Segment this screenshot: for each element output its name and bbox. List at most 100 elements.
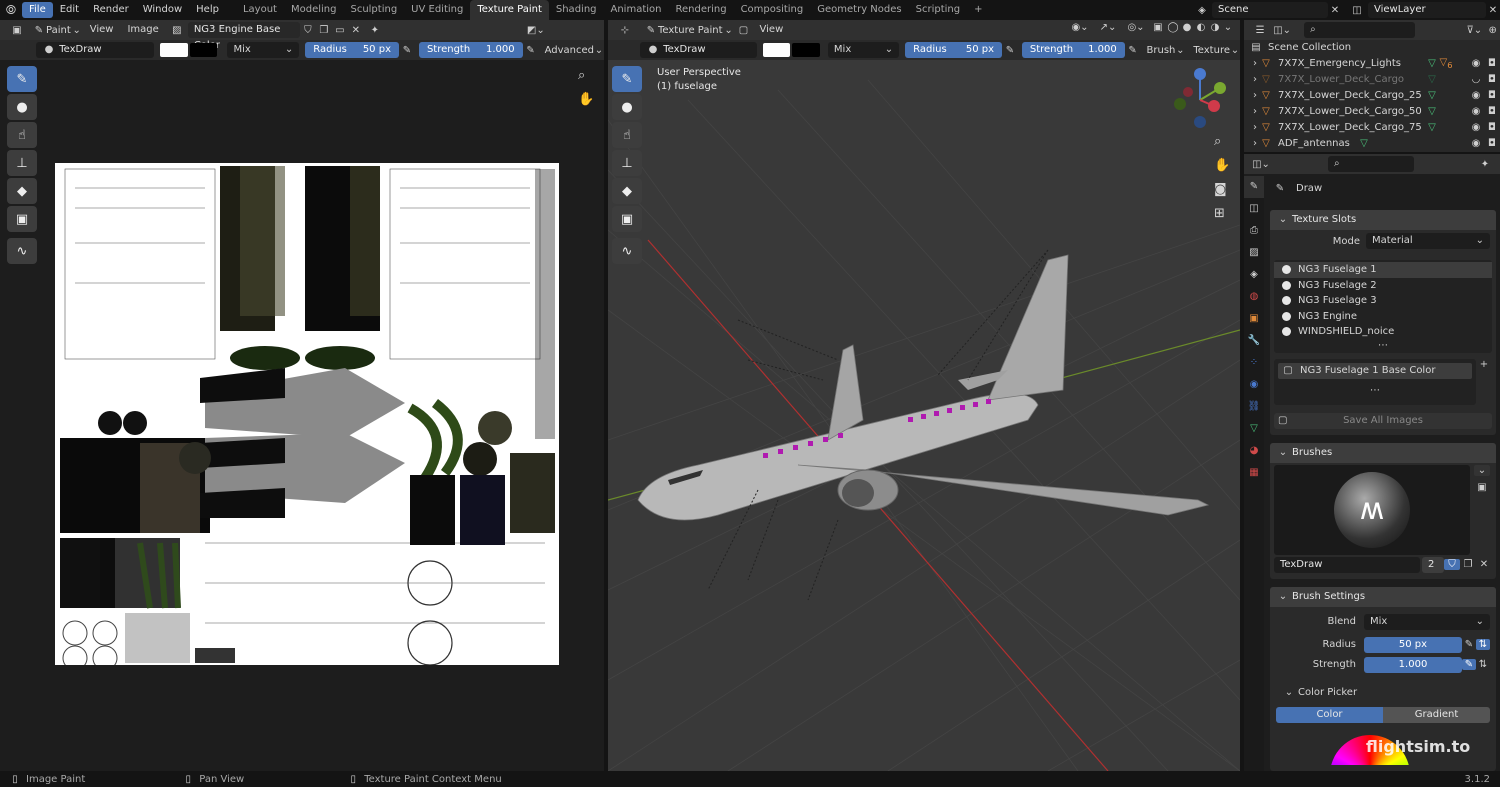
zoom-icon[interactable]: ⌕ [578, 68, 585, 83]
tab-rendering[interactable]: Rendering [668, 0, 733, 20]
menu-file[interactable]: File [22, 2, 53, 18]
chevron-down-icon[interactable]: ⌄ [1474, 464, 1490, 476]
clone-tool-icon[interactable]: ⊥ [7, 150, 37, 176]
outliner-item[interactable]: › ▽ 7X7X_Lower_Deck_Cargo ▽ ◡ ◘ [1244, 72, 1500, 88]
solid-shading-icon[interactable]: ● [1180, 22, 1194, 33]
chevron-down-icon[interactable]: ⌄ [1222, 22, 1234, 33]
list-resize-handle-icon[interactable]: ⋯ [1274, 340, 1492, 351]
pan-hand-icon[interactable]: ✋ [578, 92, 594, 107]
brushes-header[interactable]: ⌄ Brushes [1270, 442, 1496, 463]
pin-icon[interactable]: ✦ [1478, 159, 1492, 170]
pressure-icon[interactable]: ✎ [399, 45, 415, 56]
pressure-icon[interactable]: ✎ [523, 45, 539, 56]
tab-animation[interactable]: Animation [604, 0, 669, 20]
physics-tab-icon[interactable]: ◉ [1244, 374, 1264, 396]
smear-tool-icon[interactable]: ☝ [7, 122, 37, 148]
tab-uv-editing[interactable]: UV Editing [404, 0, 470, 20]
editor-type-icon[interactable]: ⊹ [614, 25, 636, 36]
mode-dropdown[interactable]: Material ⌄ [1366, 233, 1490, 249]
color-swatch[interactable] [762, 43, 791, 57]
draw-tool-icon[interactable]: ✎ [7, 66, 37, 92]
brush-field[interactable]: ● TexDraw [36, 42, 154, 58]
unified-size-icon[interactable]: ⇅ [1476, 639, 1490, 650]
outliner-item[interactable]: › ▽ ADF_antennas ▽ ◉ ◘ [1244, 136, 1500, 152]
tab-modeling[interactable]: Modeling [284, 0, 344, 20]
radius-slider[interactable]: 50 px [1364, 636, 1462, 653]
slot-item[interactable]: NG3 Engine [1274, 309, 1492, 325]
outliner-search-input[interactable]: ⌕ [1304, 22, 1416, 38]
material-shading-icon[interactable]: ◐ [1194, 22, 1208, 33]
tab-geometry-nodes[interactable]: Geometry Nodes [810, 0, 908, 20]
object-tab-icon[interactable]: ▣ [1244, 308, 1264, 330]
fill-tool-icon[interactable]: ◆ [7, 178, 37, 204]
tab-shading[interactable]: Shading [549, 0, 604, 20]
data-tab-icon[interactable]: ▽ [1244, 418, 1264, 440]
brush-users-count[interactable]: 2 [1422, 556, 1444, 573]
menu-edit[interactable]: Edit [53, 0, 86, 20]
display-mode-icon[interactable]: ◫⌄ [1270, 25, 1294, 36]
close-icon[interactable]: ✕ [1486, 5, 1500, 16]
expand-arrow-icon[interactable]: › [1250, 104, 1260, 120]
scene-tab-icon[interactable]: ◈ [1244, 264, 1264, 286]
expand-arrow-icon[interactable]: › [1250, 72, 1260, 88]
filter-icon[interactable]: ⊽⌄ [1463, 25, 1485, 36]
fake-user-icon[interactable]: ⛉ [300, 25, 316, 36]
expand-arrow-icon[interactable]: › [1250, 56, 1260, 72]
menu-image[interactable]: Image [120, 20, 165, 40]
tab-sculpting[interactable]: Sculpting [343, 0, 404, 20]
scene-icon[interactable]: ◈ [1192, 5, 1212, 16]
brush-preview[interactable]: ʍ [1274, 464, 1470, 555]
eye-icon[interactable]: ◉ [1468, 56, 1484, 72]
pan-hand-icon[interactable]: ✋ [1214, 158, 1230, 173]
secondary-color-swatch[interactable] [792, 43, 820, 57]
expand-arrow-icon[interactable]: › [1250, 120, 1260, 136]
blend-dropdown[interactable]: Mix ⌄ [827, 42, 900, 58]
eye-icon[interactable]: ◉ [1468, 120, 1484, 136]
camera-render-icon[interactable]: ◘ [1484, 56, 1500, 72]
wireframe-shading-icon[interactable]: ◯ [1166, 22, 1180, 33]
texture-slots-header[interactable]: ⌄ Texture Slots [1270, 210, 1496, 230]
display-channels-icon[interactable]: ◩⌄ [516, 25, 556, 36]
mask-toggle-icon[interactable]: ▢ [735, 25, 753, 36]
menu-help[interactable]: Help [189, 0, 226, 20]
duplicate-icon[interactable]: ❐ [1460, 559, 1476, 570]
pressure-icon[interactable]: ✎ [1462, 659, 1476, 670]
brush-name-field[interactable]: TexDraw [1274, 556, 1420, 573]
tab-gradient[interactable]: Gradient [1383, 706, 1490, 723]
camera-render-icon[interactable]: ◘ [1484, 136, 1500, 152]
mode-selector[interactable]: ✎ Paint ⌄ [32, 25, 83, 36]
eye-hidden-icon[interactable]: ◡ [1468, 72, 1484, 88]
tool-tab-icon[interactable]: ✎ [1244, 176, 1264, 198]
annotate-tool-icon[interactable]: ∿ [7, 238, 37, 264]
texture-menu[interactable]: Texture ⌄ [1193, 45, 1240, 56]
close-icon[interactable]: ✕ [348, 25, 364, 36]
camera-render-icon[interactable]: ◘ [1484, 104, 1500, 120]
scene-collection-row[interactable]: ▤ Scene Collection [1244, 40, 1500, 56]
texture-tab-icon[interactable]: ▦ [1244, 462, 1264, 484]
fill-tool-icon[interactable]: ◆ [612, 178, 642, 204]
radius-slider[interactable]: Radius 50 px [305, 42, 399, 58]
unified-strength-icon[interactable]: ⇅ [1476, 659, 1490, 670]
pressure-icon[interactable]: ✎ [1462, 639, 1476, 650]
xray-icon[interactable]: ▣ [1150, 22, 1166, 33]
constraints-tab-icon[interactable]: ⛓ [1244, 396, 1264, 418]
save-all-images-button[interactable]: ▢ Save All Images [1274, 412, 1492, 429]
camera-render-icon[interactable]: ◘ [1484, 88, 1500, 104]
image-selector[interactable]: ▢ NG3 Fuselage 1 Base Color ⋯ [1274, 358, 1476, 405]
modifier-tab-icon[interactable]: 🔧 [1244, 330, 1264, 352]
mask-tool-icon[interactable]: ▣ [7, 206, 37, 232]
strength-slider[interactable]: Strength 1.000 [1021, 42, 1125, 58]
navigation-gizmo[interactable] [1168, 68, 1232, 132]
slot-item[interactable]: NG3 Fuselage 1 [1274, 262, 1492, 278]
mode-selector[interactable]: ✎ Texture Paint ⌄ [644, 25, 735, 36]
expand-arrow-icon[interactable]: › [1250, 136, 1260, 152]
list-resize-handle-icon[interactable]: ⋯ [1278, 385, 1472, 396]
close-icon[interactable]: ✕ [1328, 5, 1342, 16]
texture-canvas[interactable] [55, 163, 559, 665]
color-picker-header[interactable]: ⌄ Color Picker [1270, 683, 1496, 703]
particles-tab-icon[interactable]: ⁘ [1244, 352, 1264, 374]
tab-scripting[interactable]: Scripting [909, 0, 967, 20]
soften-tool-icon[interactable]: ● [612, 94, 642, 120]
pressure-icon[interactable]: ✎ [1002, 45, 1018, 56]
expand-arrow-icon[interactable]: › [1250, 88, 1260, 104]
